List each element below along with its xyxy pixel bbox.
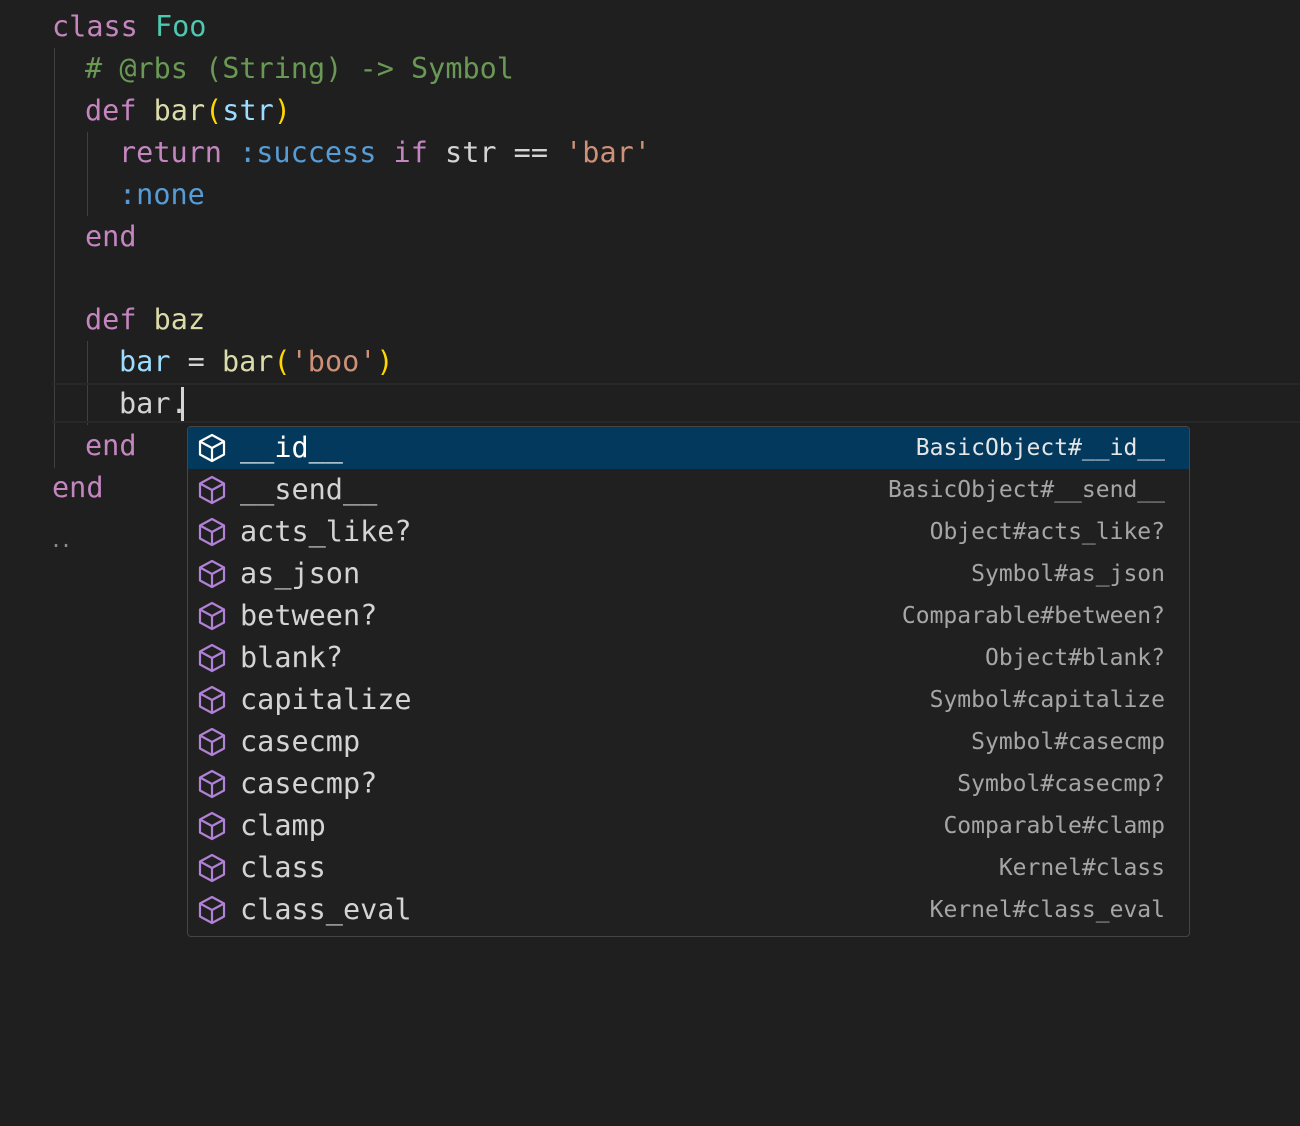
- code-token: =: [170, 345, 222, 378]
- method-cube-icon: [196, 726, 228, 758]
- suggestion-item[interactable]: blank? Object#blank?: [188, 637, 1189, 679]
- suggestion-label: casecmp: [240, 725, 361, 758]
- suggestion-label: as_json: [240, 557, 361, 590]
- suggestion-detail: BasicObject#__send__: [888, 477, 1165, 503]
- suggestion-label: class_eval: [240, 893, 412, 926]
- code-token: if: [393, 136, 446, 169]
- suggestion-detail: Symbol#casecmp?: [957, 771, 1165, 797]
- folded-region-marker[interactable]: ..: [50, 528, 72, 552]
- suggestion-detail: Object#blank?: [984, 645, 1165, 671]
- code-token: bar: [153, 94, 206, 127]
- code-token: end: [52, 471, 104, 504]
- suggestion-label: clamp: [240, 809, 326, 842]
- suggestion-item[interactable]: __id__ BasicObject#__id__: [188, 427, 1189, 469]
- suggestion-item[interactable]: casecmp Symbol#casecmp: [188, 721, 1189, 763]
- code-token: def: [85, 94, 154, 127]
- suggestion-item[interactable]: between? Comparable#between?: [188, 595, 1189, 637]
- code-token: (: [273, 345, 291, 378]
- code-token: :none: [119, 178, 205, 211]
- suggestion-detail: Object#acts_like?: [929, 519, 1165, 545]
- suggestion-detail: Comparable#clamp: [943, 813, 1165, 839]
- method-cube-icon: [196, 558, 228, 590]
- suggestion-detail: Comparable#between?: [901, 603, 1165, 629]
- suggestion-label: casecmp?: [240, 767, 378, 800]
- code-token: return: [119, 136, 240, 169]
- code-token: Foo: [154, 10, 207, 43]
- suggestion-label: acts_like?: [240, 515, 412, 548]
- code-token: class: [52, 10, 155, 43]
- code-token: 'bar': [565, 136, 651, 169]
- code-token: bar: [119, 345, 171, 378]
- suggestion-item[interactable]: clamp Comparable#clamp: [188, 805, 1189, 847]
- code-token: (: [205, 94, 223, 127]
- suggestion-label: __id__: [240, 431, 343, 464]
- suggestion-item[interactable]: class Kernel#class: [188, 847, 1189, 889]
- method-cube-icon: [196, 600, 228, 632]
- method-cube-icon: [196, 768, 228, 800]
- code-token: ): [376, 345, 394, 378]
- method-cube-icon: [196, 516, 228, 548]
- suggestion-label: blank?: [240, 641, 343, 674]
- method-cube-icon: [196, 432, 228, 464]
- current-line-highlight: [52, 383, 1300, 423]
- code-token: baz: [153, 303, 206, 336]
- suggestion-item[interactable]: acts_like? Object#acts_like?: [188, 511, 1189, 553]
- method-cube-icon: [196, 894, 228, 926]
- suggestion-label: __send__: [240, 473, 378, 506]
- method-cube-icon: [196, 810, 228, 842]
- suggestion-detail: Symbol#capitalize: [929, 687, 1165, 713]
- method-cube-icon: [196, 642, 228, 674]
- suggestion-item[interactable]: capitalize Symbol#capitalize: [188, 679, 1189, 721]
- code-token: bar.: [119, 387, 188, 420]
- method-cube-icon: [196, 852, 228, 884]
- suggestion-detail: Kernel#class: [998, 855, 1165, 881]
- code-token: str ==: [445, 136, 566, 169]
- indent-guide: [87, 132, 88, 216]
- suggestion-label: between?: [240, 599, 378, 632]
- code-token: # @rbs (String) -> Symbol: [85, 52, 514, 85]
- code-token: ): [273, 94, 291, 127]
- suggestion-detail: Kernel#class_eval: [929, 897, 1165, 923]
- suggestion-item[interactable]: __send__ BasicObject#__send__: [188, 469, 1189, 511]
- suggestion-label: capitalize: [240, 683, 412, 716]
- suggestion-detail: BasicObject#__id__: [915, 435, 1165, 461]
- code-token: bar: [221, 345, 274, 378]
- suggestion-item[interactable]: casecmp? Symbol#casecmp?: [188, 763, 1189, 805]
- method-cube-icon: [196, 474, 228, 506]
- code-token: end: [85, 220, 137, 253]
- suggestion-item[interactable]: class_eval Kernel#class_eval: [188, 889, 1189, 931]
- autocomplete-suggest-widget[interactable]: __id__ BasicObject#__id__ __send__ BasicObj…: [187, 426, 1190, 937]
- suggestion-detail: Symbol#as_json: [971, 561, 1165, 587]
- code-token: str: [222, 94, 274, 127]
- code-token: 'boo': [290, 345, 377, 378]
- suggestion-label: class: [240, 851, 326, 884]
- text-cursor: [181, 387, 184, 421]
- code-token: end: [85, 429, 137, 462]
- code-token: :success: [239, 136, 394, 169]
- suggestion-detail: Symbol#casecmp: [971, 729, 1165, 755]
- method-cube-icon: [196, 684, 228, 716]
- code-token: def: [85, 303, 154, 336]
- suggestion-item[interactable]: as_json Symbol#as_json: [188, 553, 1189, 595]
